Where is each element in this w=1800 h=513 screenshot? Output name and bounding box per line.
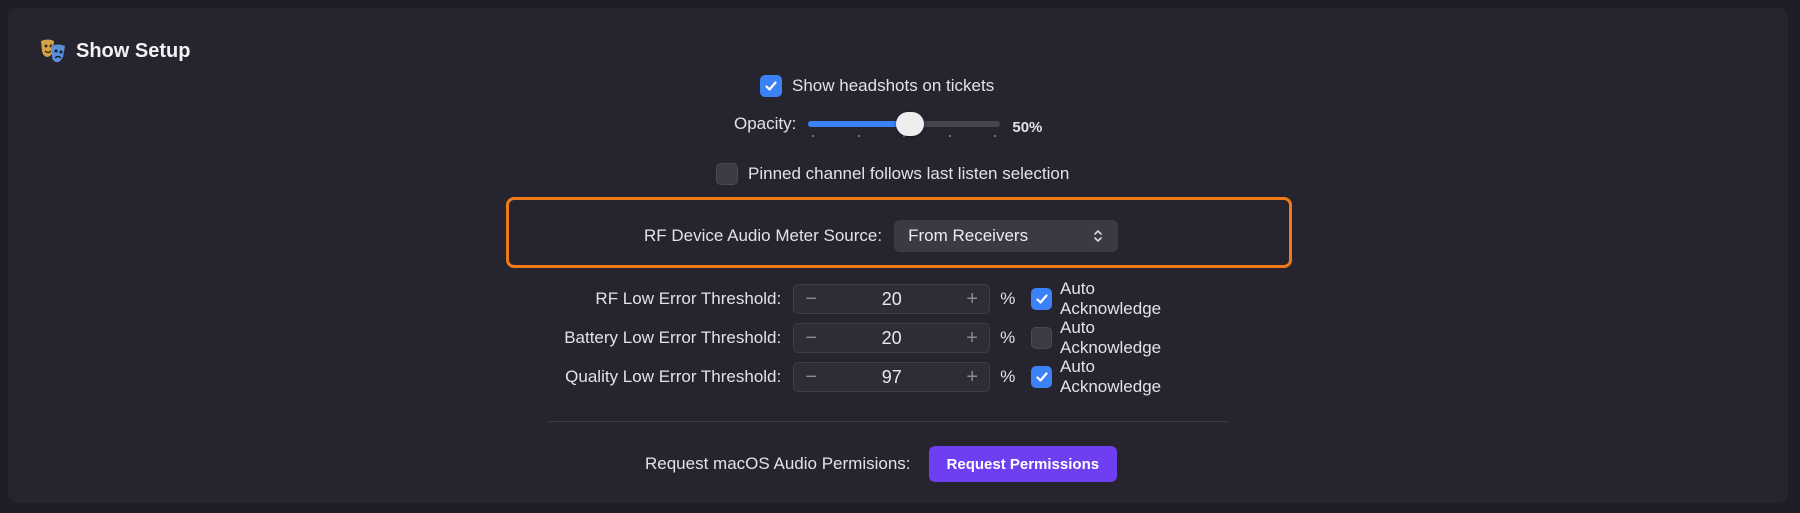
threshold-label: Quality Low Error Threshold:: [565, 367, 782, 386]
threshold-row: Battery Low Error Threshold: − 20 + % Au…: [560, 318, 1191, 358]
highlight-annotation: [506, 197, 1292, 268]
opacity-label: Opacity:: [734, 114, 797, 133]
slider-tick: [858, 135, 861, 137]
threshold-stepper[interactable]: − 20 +: [793, 284, 991, 314]
decrement-button[interactable]: −: [794, 327, 828, 350]
checkmark-icon: [765, 81, 777, 91]
threshold-label: RF Low Error Threshold:: [595, 289, 782, 308]
threshold-row: RF Low Error Threshold: − 20 + % Auto Ac…: [560, 279, 1191, 319]
threshold-row: Quality Low Error Threshold: − 97 + % Au…: [560, 357, 1191, 397]
threshold-stepper[interactable]: − 20 +: [793, 323, 991, 353]
threshold-value[interactable]: 20: [828, 289, 955, 310]
headshots-row: Show headshots on tickets: [760, 75, 994, 97]
permissions-row: Request macOS Audio Permisions: Request …: [645, 446, 1118, 482]
percent-unit: %: [1000, 367, 1016, 386]
slider-knob[interactable]: [896, 112, 925, 136]
opacity-value: 50%: [1012, 118, 1043, 136]
pinned-row: Pinned channel follows last listen selec…: [716, 163, 1069, 185]
slider-tick: [812, 135, 815, 137]
headshots-label: Show headshots on tickets: [792, 76, 995, 95]
slider-tick: [994, 135, 997, 137]
increment-button[interactable]: +: [955, 366, 989, 389]
threshold-value[interactable]: 20: [828, 328, 955, 349]
divider: [549, 421, 1227, 422]
request-permissions-button[interactable]: Request Permissions: [928, 446, 1118, 482]
section-header: Show Setup: [38, 36, 190, 66]
threshold-stepper[interactable]: − 97 +: [793, 362, 991, 392]
pinned-checkbox[interactable]: [716, 163, 738, 185]
slider-fill: [808, 121, 909, 127]
checkmark-icon: [1036, 294, 1048, 304]
page-title: Show Setup: [76, 39, 191, 62]
threshold-value[interactable]: 97: [828, 367, 955, 388]
increment-button[interactable]: +: [955, 288, 989, 311]
percent-unit: %: [1000, 289, 1016, 308]
decrement-button[interactable]: −: [794, 288, 828, 311]
opacity-slider[interactable]: [808, 109, 1001, 139]
headshots-checkbox[interactable]: [760, 75, 782, 97]
threshold-label: Battery Low Error Threshold:: [564, 328, 782, 347]
percent-unit: %: [1000, 328, 1016, 347]
theater-masks-icon: [38, 36, 68, 66]
permissions-label: Request macOS Audio Permisions:: [645, 454, 911, 473]
auto-ack-label: Auto Acknowledge: [1059, 357, 1162, 396]
slider-tick: [949, 135, 952, 137]
decrement-button[interactable]: −: [794, 366, 828, 389]
auto-ack-checkbox[interactable]: [1031, 288, 1052, 310]
auto-ack-checkbox[interactable]: [1031, 366, 1052, 388]
pinned-label: Pinned channel follows last listen selec…: [748, 164, 1070, 183]
checkmark-icon: [1036, 372, 1048, 382]
opacity-row: Opacity: 50%: [734, 109, 1042, 139]
auto-ack-label: Auto Acknowledge: [1059, 279, 1162, 318]
auto-ack-checkbox[interactable]: [1031, 327, 1053, 349]
auto-ack-label: Auto Acknowledge: [1060, 318, 1162, 357]
increment-button[interactable]: +: [955, 327, 989, 350]
